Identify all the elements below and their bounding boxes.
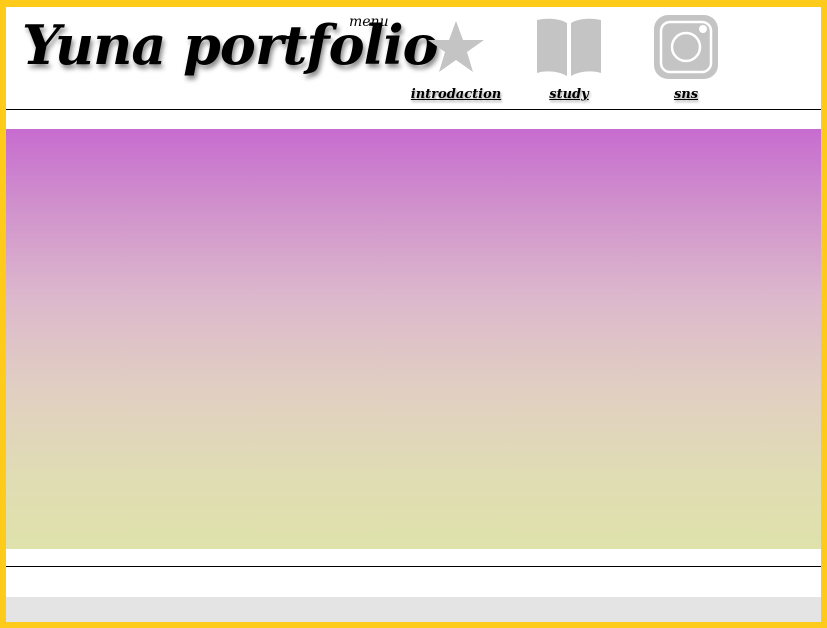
instagram-icon [631,11,741,83]
site-header: Yuna portfolio menu introdaction study s… [6,7,821,109]
book-icon [514,11,624,83]
menu-label: menu [349,14,389,30]
nav-item-study[interactable]: study [514,11,624,107]
page-frame: Yuna portfolio menu introdaction study s… [0,0,827,628]
nav-label-introduction[interactable]: introdaction [401,87,511,102]
nav-item-introduction[interactable]: introdaction [401,11,511,107]
star-icon [401,11,511,83]
footer-bar [6,597,821,622]
nav-label-sns[interactable]: sns [631,87,741,102]
nav-label-study[interactable]: study [514,87,624,102]
header-divider [6,109,821,110]
nav-item-sns[interactable]: sns [631,11,741,107]
footer-divider [6,566,821,567]
hero-gradient-banner [6,129,821,549]
